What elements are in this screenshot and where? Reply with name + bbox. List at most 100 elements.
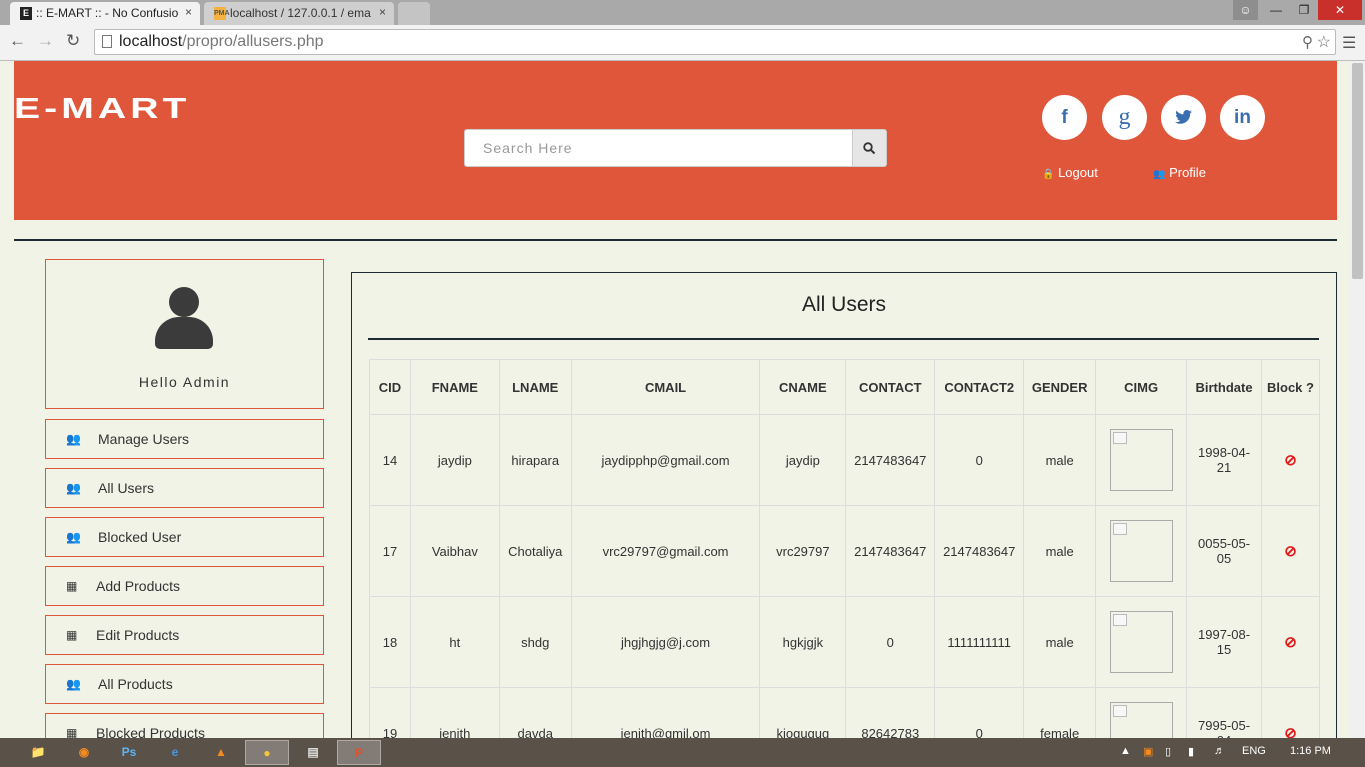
minimize-icon[interactable]: —: [1262, 0, 1290, 20]
cell-cid: 18: [369, 596, 411, 688]
twitter-bird-shape: [1175, 110, 1192, 124]
admin-profile-card: Hello Admin: [45, 259, 324, 409]
sidebar-item-manage-users[interactable]: 👥 Manage Users: [45, 419, 324, 459]
cell-contact: 0: [845, 596, 936, 688]
cell-birthdate: 7995-05-04: [1186, 687, 1262, 738]
tab-title: :: E-MART :: - No Confusio: [36, 6, 179, 20]
tray-expand-icon[interactable]: ▲: [1120, 745, 1131, 757]
table-row: 18 ht shdg jhgjhgjg@j.com hgkjgjk 0 1111…: [369, 596, 1320, 688]
cell-gender: male: [1023, 505, 1097, 597]
linkedin-icon[interactable]: in: [1220, 95, 1265, 140]
vlc-icon[interactable]: ▲: [199, 740, 243, 765]
cell-contact2: 2147483647: [934, 505, 1025, 597]
sidebar-item-all-products[interactable]: 👥 All Products: [45, 664, 324, 704]
site-logo[interactable]: E-MART: [14, 93, 191, 126]
url-host: localhost: [119, 33, 183, 50]
new-tab-button[interactable]: [398, 2, 430, 25]
clock[interactable]: 1:16 PM: [1290, 745, 1331, 757]
device-tray-icon[interactable]: ▯: [1165, 745, 1171, 758]
back-icon[interactable]: ←: [9, 31, 26, 51]
volume-icon[interactable]: ♬: [1214, 745, 1225, 757]
sidebar-item-label: All Products: [98, 676, 173, 692]
sidebar-item-label: Edit Products: [96, 627, 180, 643]
network-icon[interactable]: ▮: [1188, 745, 1194, 758]
sidebar-item-all-users[interactable]: 👥 All Users: [45, 468, 324, 508]
xampp-tray-icon[interactable]: ▣: [1143, 745, 1153, 758]
profile-link[interactable]: 👥 Profile: [1153, 165, 1206, 180]
cell-cmail: vrc29797@gmail.com: [570, 505, 761, 597]
cell-cimg: [1095, 414, 1188, 506]
column-header: CONTACT: [845, 359, 936, 415]
maximize-icon[interactable]: ❐: [1290, 0, 1318, 20]
cell-birthdate: 1998-04-21: [1186, 414, 1262, 506]
search-button[interactable]: [852, 129, 887, 167]
column-header: CONTACT2: [934, 359, 1025, 415]
cell-cid: 19: [369, 687, 411, 738]
title-divider: [368, 338, 1319, 340]
block-user-icon[interactable]: ⊘: [1284, 634, 1297, 651]
forward-icon[interactable]: →: [37, 31, 54, 51]
table-row: 17 Vaibhav Chotaliya vrc29797@gmail.com …: [369, 505, 1320, 597]
internet-explorer-icon[interactable]: e: [153, 740, 197, 765]
table-icon: ▦: [66, 628, 78, 642]
sidebar-item-label: Manage Users: [98, 431, 190, 447]
cell-cimg: [1095, 505, 1188, 597]
cell-cid: 17: [369, 505, 411, 597]
bookmark-star-icon[interactable]: ☆: [1317, 32, 1331, 52]
close-tab-icon[interactable]: ×: [185, 5, 192, 19]
chrome-menu-icon[interactable]: ☰: [1342, 33, 1356, 53]
powerpoint-icon[interactable]: P: [337, 740, 381, 765]
address-bar[interactable]: localhost/propro/allusers.php ⚲ ☆: [94, 29, 1336, 55]
block-user-icon[interactable]: ⊘: [1284, 452, 1297, 469]
tab-title: localhost / 127.0.0.1 / ema: [230, 6, 371, 20]
close-window-icon[interactable]: ✕: [1318, 0, 1362, 20]
scrollbar-thumb[interactable]: [1352, 63, 1363, 279]
cell-contact2: 0: [934, 414, 1025, 506]
block-user-icon[interactable]: ⊘: [1284, 543, 1297, 560]
column-header: LNAME: [498, 359, 572, 415]
cell-contact2: 1111111111: [934, 596, 1025, 688]
users-icon: 👥: [66, 677, 81, 691]
block-user-icon[interactable]: ⊘: [1284, 725, 1297, 738]
table-row: 19 jenith davda jenith@gmil.om kiogugug …: [369, 687, 1320, 738]
browser-tab-emart[interactable]: E :: E-MART :: - No Confusio ×: [10, 2, 200, 25]
cell-fname: Vaibhav: [409, 505, 500, 597]
cell-cname: kiogugug: [759, 687, 847, 738]
firefox-icon[interactable]: ◉: [62, 740, 106, 765]
page-scrollbar[interactable]: [1350, 61, 1365, 738]
users-table: CID FNAME LNAME CMAIL CNAME CONTACT CONT…: [369, 359, 1320, 738]
facebook-icon[interactable]: f: [1042, 95, 1087, 140]
table-icon: ▦: [66, 726, 78, 738]
twitter-icon[interactable]: [1161, 95, 1206, 140]
search-input[interactable]: [464, 129, 853, 167]
chrome-icon[interactable]: ●: [245, 740, 289, 765]
user-profile-icon[interactable]: ☺: [1233, 0, 1258, 20]
column-header: CMAIL: [570, 359, 761, 415]
window-app-icon[interactable]: ▤: [291, 740, 335, 765]
logout-link[interactable]: 🔒 Logout: [1042, 165, 1098, 180]
cell-cmail: jenith@gmil.om: [570, 687, 761, 738]
admin-greeting: Hello Admin: [138, 374, 231, 390]
cell-gender: female: [1023, 687, 1097, 738]
google-plus-icon[interactable]: g: [1102, 95, 1147, 140]
reload-icon[interactable]: ↻: [66, 31, 80, 51]
file-explorer-icon[interactable]: 📁: [16, 740, 60, 765]
column-header: CNAME: [759, 359, 847, 415]
sidebar-item-edit-products[interactable]: ▦ Edit Products: [45, 615, 324, 655]
close-tab-icon[interactable]: ×: [379, 5, 386, 19]
language-indicator[interactable]: ENG: [1242, 745, 1266, 757]
sidebar-item-add-products[interactable]: ▦ Add Products: [45, 566, 324, 606]
site-header: E-MART f g in 🔒 Logout 👥 Profile: [14, 61, 1337, 220]
cell-fname: jenith: [409, 687, 500, 738]
all-users-panel: All Users CID FNAME LNAME CMAIL CNAME CO…: [351, 272, 1337, 738]
search-form: [464, 129, 887, 167]
zoom-icon[interactable]: ⚲: [1302, 33, 1313, 51]
table-icon: ▦: [66, 579, 78, 593]
photoshop-icon[interactable]: Ps: [107, 740, 151, 765]
column-header: GENDER: [1023, 359, 1097, 415]
cell-lname: Chotaliya: [498, 505, 572, 597]
sidebar-item-blocked-user[interactable]: 👥 Blocked User: [45, 517, 324, 557]
browser-tab-phpmyadmin[interactable]: PMA localhost / 127.0.0.1 / ema ×: [204, 2, 394, 25]
sidebar-item-blocked-products[interactable]: ▦ Blocked Products: [45, 713, 324, 738]
cell-cname: hgkjgjk: [759, 596, 847, 688]
